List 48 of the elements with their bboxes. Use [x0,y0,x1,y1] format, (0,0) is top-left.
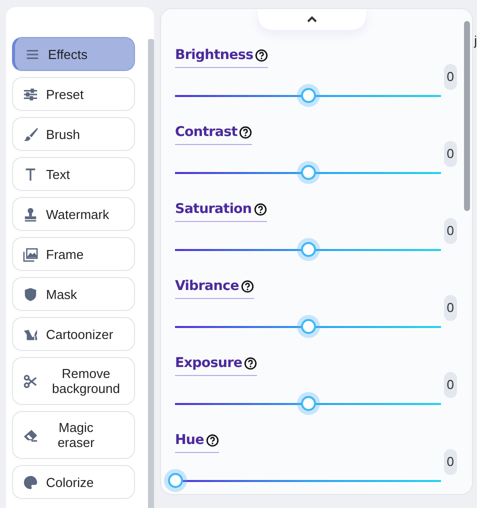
slider-label: Vibrance [175,278,239,294]
slider-label: Contrast [175,124,238,140]
chevron-up-icon [306,15,318,23]
sidebar-item[interactable]: Preset [12,77,135,111]
help-icon[interactable] [239,126,252,138]
sidebar-item[interactable]: Mask [12,277,135,311]
value-badge: 0 [444,218,457,244]
slider-label: Exposure [175,355,242,371]
slider-thumb[interactable] [301,165,316,180]
value-badge: 0 [444,449,457,475]
slider-thumb[interactable] [301,242,316,257]
partial-text: j [474,32,477,49]
sidebar-item[interactable]: Text [12,157,135,191]
shield-icon [23,286,38,302]
help-icon[interactable] [206,434,219,446]
brush-icon [23,126,38,142]
value-badge: 0 [444,372,457,398]
sidebar-item[interactable]: Brush [12,117,135,151]
sidebar-item[interactable]: Remove background [12,357,135,405]
scrollbar[interactable] [148,39,154,508]
value-badge: 0 [444,64,457,90]
slider-label: Saturation [175,201,252,217]
help-icon[interactable] [255,48,268,62]
stamp-icon [23,206,38,222]
slider-thumb[interactable] [301,319,316,334]
image-icon [23,246,38,262]
sidebar-item[interactable]: Watermark [12,197,135,231]
slider-label: Brightness [175,47,254,63]
help-icon[interactable] [254,202,267,216]
slider-thumb[interactable] [301,88,316,103]
text-icon [23,166,38,182]
scrollbar[interactable] [464,21,470,211]
sidebar-item[interactable]: Magic eraser [12,411,135,459]
slider-thumb[interactable] [301,396,316,411]
value-badge: 0 [444,295,457,321]
help-icon[interactable] [240,280,254,292]
slider-thumb[interactable] [168,473,183,488]
sidebar-item[interactable]: Effects [12,37,135,71]
sliders-icon [23,86,38,102]
eraser-icon [23,428,38,442]
sidebar-item[interactable]: Cartoonizer [12,317,135,351]
sidebar-item[interactable]: Colorize [12,465,135,499]
help-icon[interactable] [244,356,258,370]
palette-icon [23,474,38,490]
slider-label: Hue [175,432,204,448]
value-badge: 0 [444,141,457,167]
scissors-icon [23,374,38,388]
sidebar-item[interactable]: Frame [12,237,135,271]
